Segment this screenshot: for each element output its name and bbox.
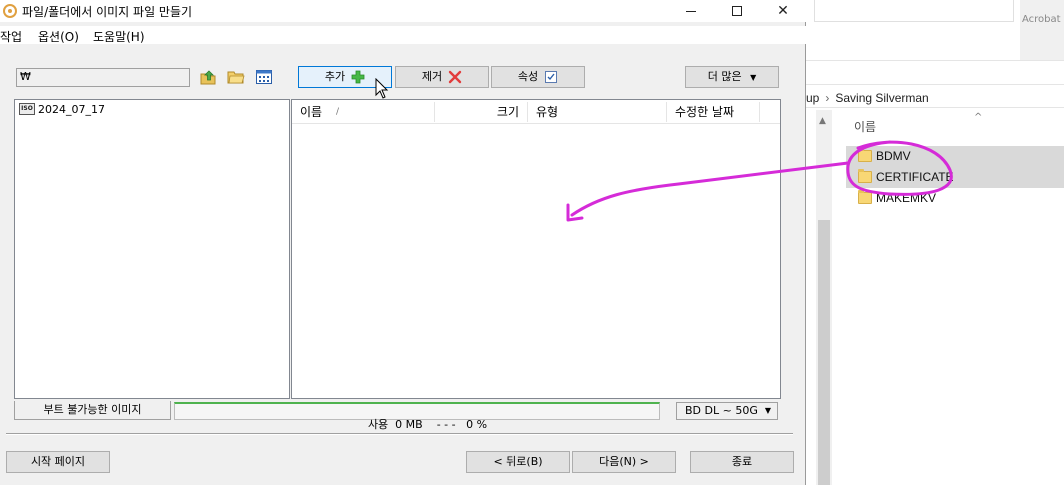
folder-name: CERTIFICATE — [876, 170, 954, 184]
chevron-down-icon: ▼ — [764, 406, 771, 415]
explorer-side-strip — [1020, 0, 1064, 60]
open-folder-glyph — [227, 71, 245, 84]
boot-status-label: 부트 불가능한 이미지 — [14, 401, 171, 420]
app-disc-icon — [3, 4, 17, 18]
folder-up-glyph — [200, 70, 216, 85]
column-header-modified[interactable]: 수정한 날짜 — [667, 100, 759, 124]
column-header-name[interactable]: 이름 / — [292, 100, 434, 124]
tree-item-label: 2024_07_17 — [38, 102, 105, 116]
menu-item-task[interactable]: 작업 — [0, 28, 22, 45]
disc-type-select[interactable]: BD DL ~ 50G ▼ — [676, 402, 778, 420]
more-caret-icon: ▼ — [750, 73, 757, 82]
back-button[interactable]: < 뒤로(B) — [466, 451, 570, 473]
explorer-address-bar[interactable]: up › Saving Silverman — [806, 84, 1064, 108]
usage-progress-bar: 사용 0 MB - - - 0 % — [174, 402, 660, 431]
minimize-button[interactable] — [668, 0, 714, 22]
explorer-column-name[interactable]: 이름 — [854, 118, 876, 135]
column-divider[interactable] — [759, 102, 760, 122]
explorer-breadcrumb[interactable]: up › Saving Silverman — [806, 91, 929, 105]
folder-name: BDMV — [876, 149, 911, 163]
menu-item-options[interactable]: 옵션(O) — [38, 28, 79, 45]
folder-up-icon[interactable] — [199, 68, 217, 86]
more-button[interactable]: 더 많은 ▼ — [685, 66, 779, 88]
column-name-label: 이름 — [300, 105, 323, 119]
menu-bar: 작업 옵션(O) 도움말(H) — [0, 26, 806, 44]
path-input[interactable]: ₩ — [16, 68, 190, 87]
properties-button[interactable]: 속성 — [491, 66, 585, 88]
remove-button-label: 제거 — [421, 70, 443, 83]
scroll-up-arrow-icon[interactable]: ▲ — [819, 116, 826, 126]
next-button[interactable]: 다음(N) > — [572, 451, 676, 473]
properties-button-label: 속성 — [517, 70, 539, 83]
remove-button[interactable]: 제거 — [395, 66, 489, 88]
close-icon: ✕ — [777, 3, 789, 19]
exit-button[interactable]: 종료 — [690, 451, 794, 473]
file-list-pane[interactable]: 이름 / 크기 유형 수정한 날짜 — [291, 99, 781, 399]
mouse-cursor-icon — [375, 78, 389, 99]
maximize-button[interactable] — [714, 0, 760, 22]
open-folder-icon[interactable] — [227, 68, 245, 86]
maximize-icon — [732, 6, 742, 16]
properties-checklist-icon — [544, 70, 558, 84]
footer-divider — [6, 433, 793, 435]
breadcrumb-separator: › — [825, 91, 830, 105]
list-header: 이름 / 크기 유형 수정한 날짜 — [292, 100, 780, 124]
column-header-type[interactable]: 유형 — [528, 100, 666, 124]
breadcrumb-parent[interactable]: up — [806, 91, 819, 105]
iso-disc-icon: ISO — [19, 103, 35, 115]
folder-icon — [858, 190, 872, 204]
title-bar[interactable]: 파일/폴더에서 이미지 파일 만들기 ✕ — [0, 0, 806, 22]
explorer-divider — [806, 60, 1064, 61]
more-button-label: 더 많은 — [707, 70, 742, 83]
sort-indicator-icon: / — [336, 107, 340, 117]
explorer-sort-icon: ^ — [974, 112, 983, 123]
window-title: 파일/폴더에서 이미지 파일 만들기 — [22, 5, 193, 19]
usage-progress-text: 사용 0 MB - - - 0 % — [367, 418, 488, 431]
explorer-folder-row[interactable]: MAKEMKV — [846, 188, 1064, 209]
folder-tree-pane[interactable]: ISO 2024_07_17 — [14, 99, 290, 399]
column-header-size[interactable]: 크기 — [435, 100, 527, 124]
explorer-acrobat-label: Acrobat — [1022, 14, 1061, 25]
remove-x-icon — [448, 70, 462, 84]
folder-icon — [858, 169, 872, 183]
explorer-folder-row[interactable]: CERTIFICATE — [846, 167, 1064, 188]
background-explorer-window: Acrobat up › Saving Silverman ▲ 이름 ^ BDMV … — [806, 0, 1064, 485]
add-button-label: 추가 — [324, 70, 346, 83]
start-page-button[interactable]: 시작 페이지 — [6, 451, 110, 473]
add-plus-icon — [351, 70, 365, 84]
explorer-folder-row[interactable]: BDMV — [846, 146, 1064, 167]
view-details-glyph — [256, 70, 272, 84]
scrollbar-thumb[interactable] — [818, 220, 830, 485]
minimize-icon — [686, 10, 696, 12]
explorer-nav-scrollbar[interactable]: ▲ — [816, 110, 832, 485]
folder-name: MAKEMKV — [876, 191, 937, 205]
folder-icon — [858, 148, 872, 162]
disc-type-value: BD DL ~ 50G — [685, 404, 758, 417]
breadcrumb-current-folder[interactable]: Saving Silverman — [835, 91, 928, 105]
tree-item-root[interactable]: ISO 2024_07_17 — [19, 102, 105, 118]
status-row: 부트 불가능한 이미지 사용 0 MB - - - 0 % BD DL ~ 50… — [14, 401, 781, 431]
view-details-icon[interactable] — [255, 68, 273, 86]
menu-item-help[interactable]: 도움말(H) — [93, 28, 145, 45]
explorer-top-panel — [814, 0, 1014, 22]
image-maker-dialog: 파일/폴더에서 이미지 파일 만들기 ✕ 작업 옵션(O) 도움말(H) ₩ 추… — [0, 0, 806, 485]
close-button[interactable]: ✕ — [760, 0, 806, 22]
